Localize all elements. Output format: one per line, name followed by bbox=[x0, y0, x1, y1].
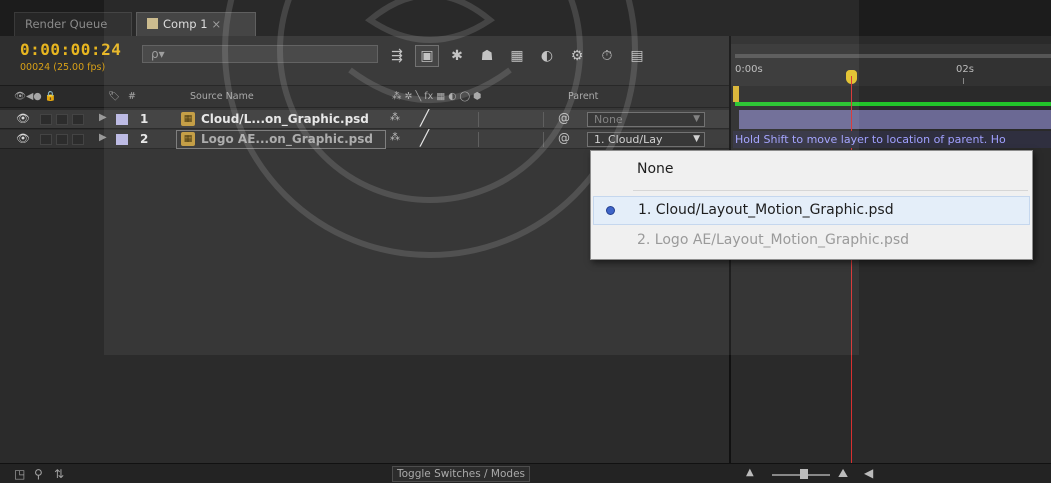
layer-duration-bar[interactable] bbox=[739, 110, 1051, 129]
close-icon[interactable]: × bbox=[212, 17, 222, 31]
chevron-down-icon: ▼ bbox=[693, 114, 700, 124]
zoom-out-icon[interactable]: ▲ bbox=[746, 467, 754, 478]
layer-column-header: 👁◀● 🔒 🏷 # Source Name ⁂ ✲ ╲ fx ▦ ◐ ◯ ⬢ P… bbox=[0, 86, 729, 108]
psd-footage-icon: ▦ bbox=[181, 132, 195, 146]
av-features-icon: 👁◀● 🔒 bbox=[14, 91, 57, 102]
live-update-icon[interactable]: ▣ bbox=[415, 45, 439, 67]
time-ruler[interactable]: 0:00s 02s bbox=[731, 44, 1051, 86]
render-range-bar bbox=[735, 102, 1051, 106]
pick-whip-icon[interactable]: @ bbox=[558, 131, 570, 145]
motion-blur-icon[interactable]: ◐ bbox=[535, 45, 559, 67]
lock-switch[interactable] bbox=[72, 134, 84, 145]
zoom-slider-knob[interactable] bbox=[800, 469, 808, 479]
ruler-tick-label: 02s bbox=[956, 64, 974, 75]
label-color-swatch[interactable] bbox=[116, 134, 128, 145]
ruler-tick-label: 0:00s bbox=[735, 64, 763, 75]
work-area-start-marker[interactable] bbox=[733, 86, 739, 102]
eye-icon[interactable]: 👁 bbox=[16, 132, 30, 145]
layer-row[interactable]: 👁 ▶ 2 ▦ Logo AE...on_Graphic.psd ⁂ ╱ @ 1… bbox=[0, 129, 729, 149]
shy-switch-icon[interactable]: ⁂ bbox=[390, 132, 400, 143]
draft-3d-icon[interactable]: ✱ bbox=[445, 45, 469, 67]
solo-switch[interactable] bbox=[56, 134, 68, 145]
psd-footage-icon: ▦ bbox=[181, 112, 195, 126]
tab-label: Render Queue bbox=[25, 17, 108, 31]
parent-select[interactable]: None ▼ bbox=[587, 112, 705, 127]
label-color-swatch[interactable] bbox=[116, 114, 128, 125]
shy-layers-icon[interactable]: ☗ bbox=[475, 45, 499, 67]
current-time-display[interactable]: 0:00:00:24 bbox=[20, 40, 121, 59]
selected-radio-icon bbox=[606, 206, 615, 215]
layer-number: 1 bbox=[140, 112, 149, 126]
audio-switch[interactable] bbox=[40, 134, 52, 145]
pick-whip-icon[interactable]: @ bbox=[558, 111, 570, 125]
menu-separator bbox=[633, 190, 1028, 191]
work-area-bar[interactable] bbox=[735, 54, 1051, 58]
layer-switches[interactable] bbox=[478, 112, 544, 127]
dropdown-option-none[interactable]: None bbox=[593, 156, 1030, 185]
dropdown-option-layer-2: 2. Logo AE/Layout_Motion_Graphic.psd bbox=[593, 227, 1030, 256]
tab-render-queue[interactable]: Render Queue bbox=[14, 12, 132, 36]
frame-info: 00024 (25.00 fps) bbox=[20, 62, 106, 73]
timeline-toolbar: ⇶ ▣ ✱ ☗ ▦ ◐ ⚙ ⏱ ▤ bbox=[385, 44, 649, 68]
label-column-icon: 🏷 bbox=[108, 91, 121, 102]
scroll-left-icon[interactable]: ◀ bbox=[864, 466, 873, 480]
layer-switches[interactable] bbox=[478, 132, 544, 147]
option-label: None bbox=[637, 161, 674, 177]
expand-triangle-icon[interactable]: ▶ bbox=[99, 112, 107, 123]
dropdown-option-layer-1[interactable]: 1. Cloud/Layout_Motion_Graphic.psd bbox=[593, 196, 1030, 225]
parent-dropdown-menu: None 1. Cloud/Layout_Motion_Graphic.psd … bbox=[590, 150, 1033, 260]
layer-name[interactable]: Logo AE...on_Graphic.psd bbox=[201, 132, 373, 146]
layer-name[interactable]: Cloud/L...on_Graphic.psd bbox=[201, 112, 369, 126]
toggle-switches-modes-button[interactable]: Toggle Switches / Modes bbox=[392, 466, 530, 482]
parent-select-value: None bbox=[594, 113, 623, 126]
parent-select-value: 1. Cloud/Lay bbox=[594, 133, 663, 146]
panel-tab-bar: Render Queue Comp 1 × bbox=[0, 0, 1051, 36]
parent-select[interactable]: 1. Cloud/Lay ▼ bbox=[587, 132, 705, 147]
transfer-controls-toggle-icon[interactable]: ⚲ bbox=[34, 467, 43, 481]
quality-switch-icon[interactable]: ╱ bbox=[420, 129, 429, 147]
frame-blending-icon[interactable]: ▦ bbox=[505, 45, 529, 67]
expand-triangle-icon[interactable]: ▶ bbox=[99, 132, 107, 143]
option-label: 2. Logo AE/Layout_Motion_Graphic.psd bbox=[637, 232, 910, 248]
tab-comp-1[interactable]: Comp 1 × bbox=[136, 12, 256, 36]
option-label: 1. Cloud/Layout_Motion_Graphic.psd bbox=[638, 202, 894, 218]
zoom-in-icon[interactable]: ⛰ bbox=[838, 466, 848, 481]
stopwatch-icon[interactable]: ⏱ bbox=[595, 45, 619, 67]
timeline-header: 0:00:00:24 00024 (25.00 fps) ρ▾ ⇶ ▣ ✱ ☗ … bbox=[0, 36, 729, 86]
lock-switch[interactable] bbox=[72, 114, 84, 125]
switches-column-icons: ⁂ ✲ ╲ fx ▦ ◐ ◯ ⬢ bbox=[392, 91, 482, 102]
layer-row[interactable]: 👁 ▶ 1 ▦ Cloud/L...on_Graphic.psd ⁂ ╱ @ N… bbox=[0, 109, 729, 129]
ruler-tick bbox=[963, 78, 964, 84]
composition-icon bbox=[147, 18, 158, 29]
mini-flowchart-icon[interactable]: ⇶ bbox=[385, 45, 409, 67]
brainstorm-icon[interactable]: ⚙ bbox=[565, 45, 589, 67]
graph-editor-icon[interactable]: ▤ bbox=[625, 45, 649, 67]
parent-hint-text: Hold Shift to move layer to location of … bbox=[733, 131, 1051, 148]
number-column-header: # bbox=[128, 91, 136, 102]
layer-number: 2 bbox=[140, 132, 149, 146]
zoom-control[interactable]: ▲ ⛰ ◀ bbox=[742, 465, 882, 483]
layer-switches-toggle-icon[interactable]: ◳ bbox=[14, 467, 25, 481]
quality-switch-icon[interactable]: ╱ bbox=[420, 109, 429, 127]
eye-icon[interactable]: 👁 bbox=[16, 112, 30, 125]
timeline-footer: ◳ ⚲ ⇅ Toggle Switches / Modes ▲ ⛰ ◀ bbox=[0, 463, 1051, 483]
solo-switch[interactable] bbox=[56, 114, 68, 125]
chevron-down-icon: ▼ bbox=[693, 134, 700, 144]
tab-label: Comp 1 bbox=[163, 17, 208, 31]
shy-switch-icon[interactable]: ⁂ bbox=[390, 112, 400, 123]
parent-column-header: Parent bbox=[568, 91, 599, 102]
in-out-toggle-icon[interactable]: ⇅ bbox=[54, 467, 64, 481]
audio-switch[interactable] bbox=[40, 114, 52, 125]
search-input[interactable]: ρ▾ bbox=[142, 45, 378, 63]
source-name-column-header[interactable]: Source Name bbox=[190, 91, 254, 102]
